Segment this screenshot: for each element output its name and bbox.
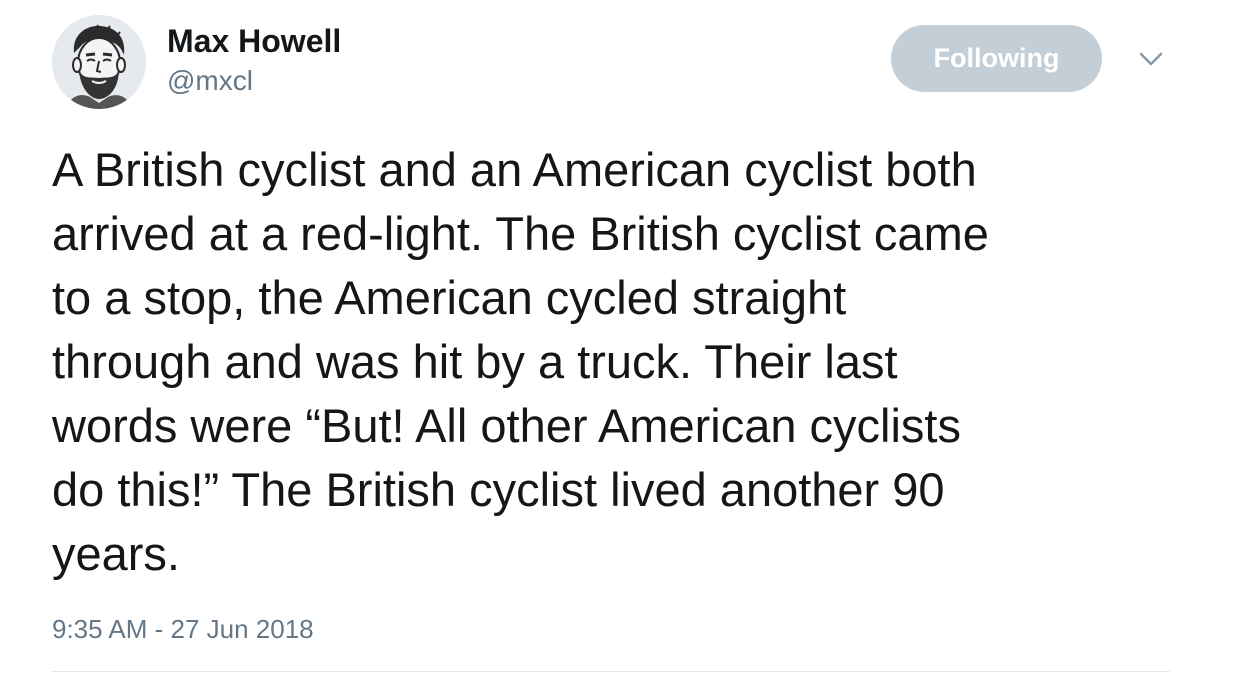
- tweet-menu-button[interactable]: [1137, 48, 1165, 70]
- display-name[interactable]: Max Howell: [167, 19, 341, 63]
- user-handle[interactable]: @mxcl: [167, 62, 253, 100]
- sketch-portrait-icon: [52, 15, 146, 109]
- tweet-card: Max Howell @mxcl Following A British cyc…: [0, 0, 1252, 676]
- following-button[interactable]: Following: [891, 25, 1102, 92]
- divider: [52, 671, 1170, 672]
- tweet-text: A British cyclist and an American cyclis…: [52, 143, 989, 580]
- avatar[interactable]: [52, 15, 146, 109]
- chevron-down-icon: [1139, 52, 1163, 66]
- tweet-timestamp[interactable]: 9:35 AM - 27 Jun 2018: [52, 611, 314, 647]
